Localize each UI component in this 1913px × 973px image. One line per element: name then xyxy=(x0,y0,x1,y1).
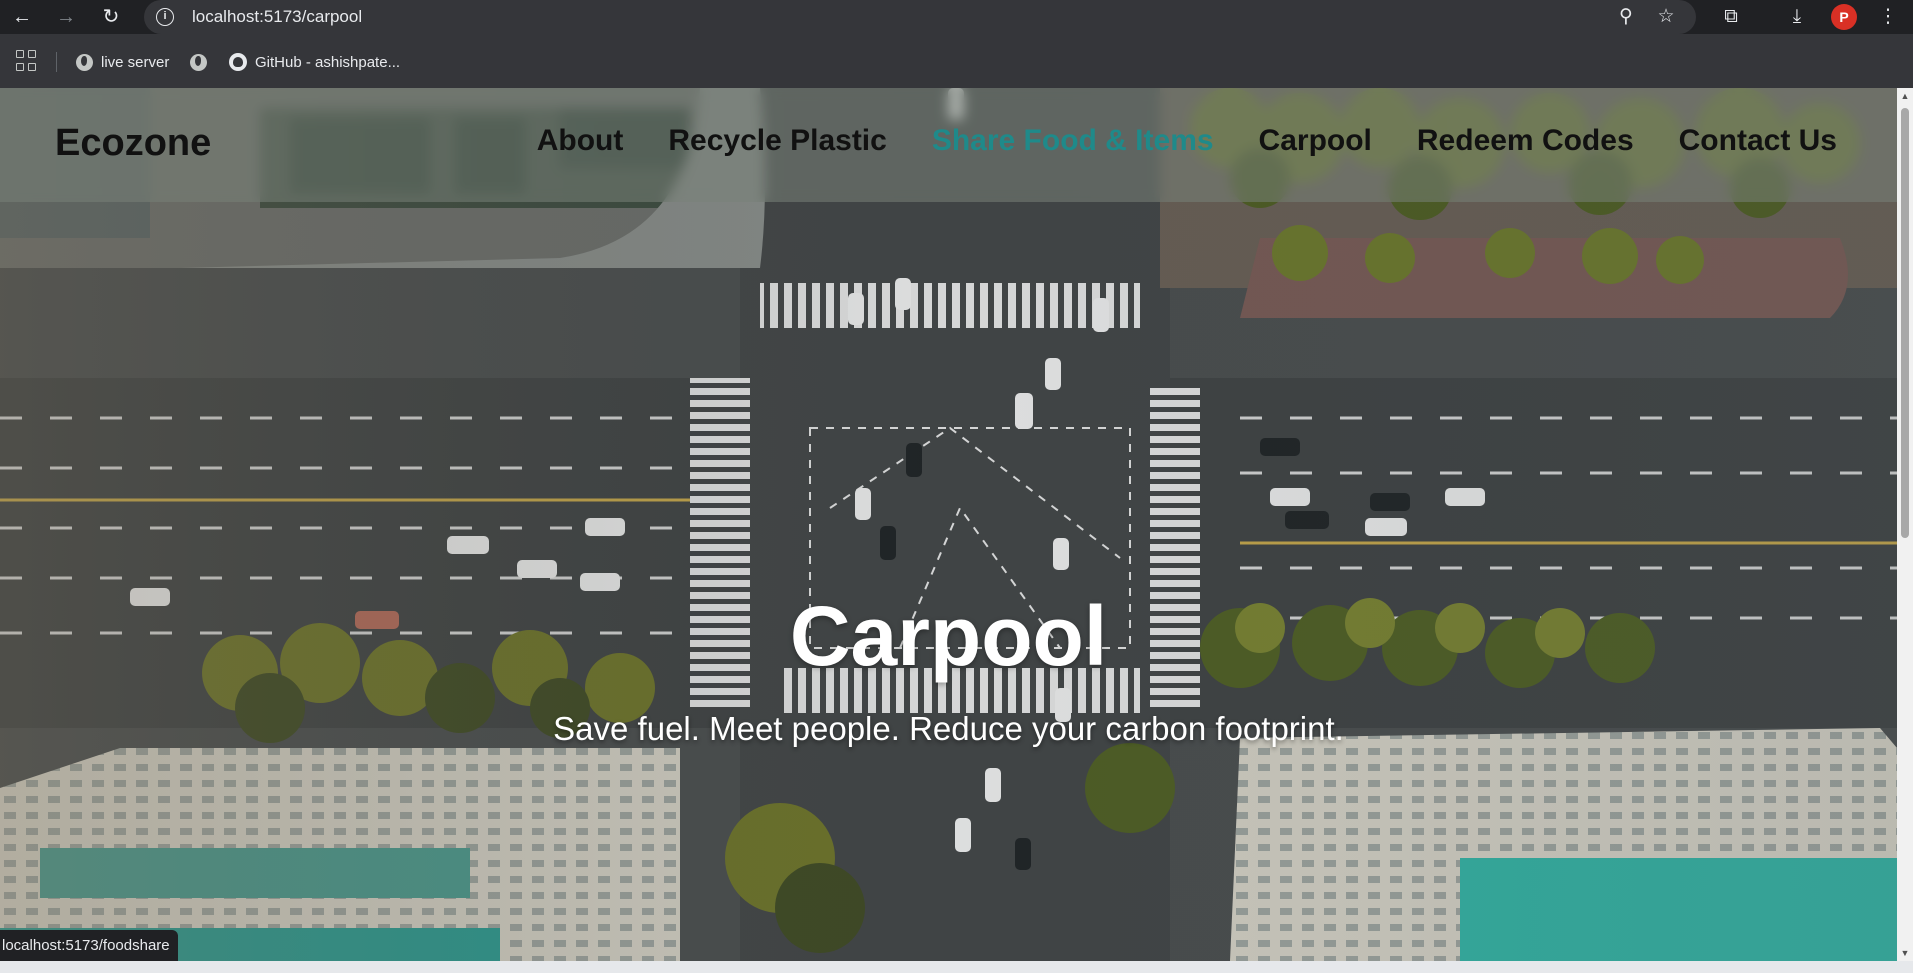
bookmark-live-server[interactable]: live server xyxy=(76,51,169,73)
bookmark-label: live server xyxy=(101,53,170,71)
hero-background-image xyxy=(0,88,1897,961)
os-taskbar xyxy=(0,961,1913,973)
hero-title: Carpool xyxy=(789,589,1108,683)
nav-link-contact-us[interactable]: Contact Us xyxy=(1679,124,1837,158)
extensions-icon[interactable]: ⧉ xyxy=(1719,5,1743,29)
reload-icon[interactable]: ↻ xyxy=(99,5,123,29)
apps-grid-icon[interactable] xyxy=(16,50,38,72)
browser-toolbar: ← → ↻ i localhost:5173/carpool ⚲ ☆ ⧉ ⤓ P… xyxy=(0,0,1913,34)
address-bar[interactable]: i localhost:5173/carpool ⚲ ☆ xyxy=(144,0,1696,34)
bookmarks-bar: live server GitHub - ashishpate... xyxy=(0,42,1913,82)
link-hover-status: localhost:5173/foodshare xyxy=(0,930,178,961)
zoom-icon[interactable]: ⚲ xyxy=(1614,5,1638,29)
page-scrollbar[interactable]: ▲ ▼ xyxy=(1897,88,1913,961)
nav-link-share-food-items[interactable]: Share Food & Items xyxy=(932,124,1214,158)
browser-chrome: ← → ↻ i localhost:5173/carpool ⚲ ☆ ⧉ ⤓ P… xyxy=(0,0,1913,88)
globe-icon xyxy=(190,53,207,71)
forward-arrow-icon[interactable]: → xyxy=(54,5,78,29)
page-viewport: Ecozone About Recycle Plastic Share Food… xyxy=(0,88,1897,961)
bookmark-star-icon[interactable]: ☆ xyxy=(1654,5,1678,29)
site-navbar: Ecozone About Recycle Plastic Share Food… xyxy=(0,88,1897,202)
scroll-up-arrow-icon[interactable]: ▲ xyxy=(1900,91,1910,101)
hero-subtitle: Save fuel. Meet people. Reduce your carb… xyxy=(553,710,1344,747)
brand-logo[interactable]: Ecozone xyxy=(55,122,211,165)
download-icon[interactable]: ⤓ xyxy=(1785,5,1809,29)
bookmark-globe[interactable] xyxy=(190,51,207,73)
bookmark-label: GitHub - ashishpate... xyxy=(255,53,401,71)
bookmarks-divider xyxy=(56,52,57,72)
nav-link-carpool[interactable]: Carpool xyxy=(1259,124,1372,158)
github-icon xyxy=(229,53,247,71)
nav-link-redeem-codes[interactable]: Redeem Codes xyxy=(1417,124,1634,158)
back-arrow-icon[interactable]: ← xyxy=(10,5,34,29)
profile-avatar[interactable]: P xyxy=(1831,4,1857,30)
bookmark-github[interactable]: GitHub - ashishpate... xyxy=(229,51,400,73)
nav-link-recycle-plastic[interactable]: Recycle Plastic xyxy=(668,124,886,158)
scroll-down-arrow-icon[interactable]: ▼ xyxy=(1900,948,1910,958)
menu-kebab-icon[interactable]: ⋮ xyxy=(1876,5,1900,29)
nav-links: About Recycle Plastic Share Food & Items… xyxy=(537,124,1837,158)
globe-icon xyxy=(76,53,93,71)
scroll-thumb[interactable] xyxy=(1901,108,1909,538)
address-url[interactable]: localhost:5173/carpool xyxy=(192,7,362,27)
nav-link-about[interactable]: About xyxy=(537,124,624,158)
site-info-icon[interactable]: i xyxy=(156,8,174,26)
